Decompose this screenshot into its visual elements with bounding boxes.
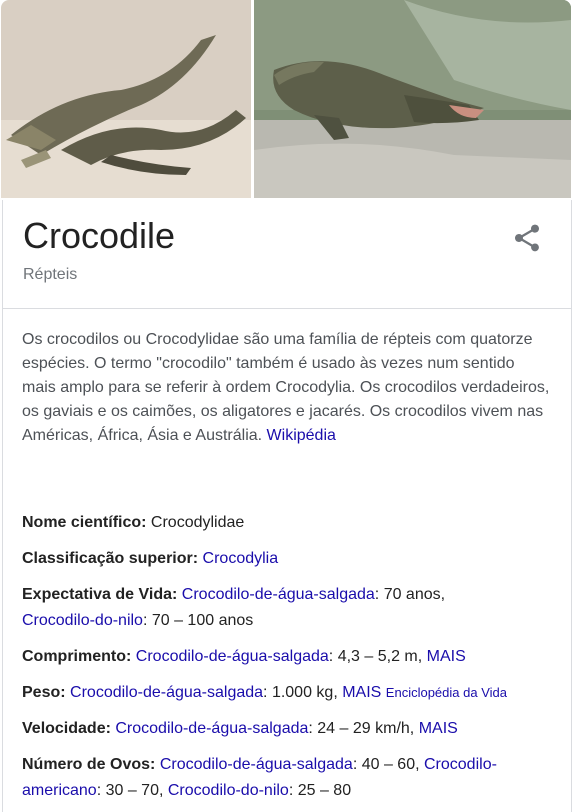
fact-weight: Peso: Crocodilo-de-água-salgada: 1.000 k…: [22, 680, 562, 706]
fact-value: : 40 – 60,: [352, 756, 420, 773]
more-link[interactable]: MAIS: [427, 648, 466, 665]
fact-value: : 4,3 – 5,2 m,: [328, 648, 423, 665]
saltwater-crocodile-link[interactable]: Crocodilo-de-água-salgada: [70, 684, 263, 701]
knowledge-panel: Crocodile Répteis Os crocodilos ou Croco…: [2, 200, 572, 812]
fact-label: Comprimento:: [22, 648, 132, 665]
wikipedia-link[interactable]: Wikipédia: [267, 427, 336, 444]
fact-label: Número de Ovos:: [22, 756, 156, 773]
divider: [3, 308, 571, 309]
fact-value: : 30 – 70,: [96, 782, 164, 799]
saltwater-crocodile-link[interactable]: Crocodilo-de-água-salgada: [115, 720, 308, 737]
crocodylia-link[interactable]: Crocodylia: [203, 550, 279, 567]
encyclopedia-of-life-link[interactable]: Enciclopédia da Vida: [386, 685, 507, 700]
more-link[interactable]: MAIS: [342, 684, 381, 701]
nile-crocodile-link[interactable]: Crocodilo-do-nilo: [168, 782, 289, 799]
fact-label: Velocidade:: [22, 720, 111, 737]
crocodile-photo-2[interactable]: [254, 0, 571, 198]
fact-speed: Velocidade: Crocodilo-de-água-salgada: 2…: [22, 716, 562, 742]
fact-value: : 70 anos,: [374, 586, 446, 603]
fact-label: Expectativa de Vida:: [22, 586, 178, 603]
subtitle: Répteis: [23, 266, 78, 283]
facts-list: Nome científico: Crocodylidae Classifica…: [22, 510, 562, 804]
fact-label: Peso:: [22, 684, 66, 701]
saltwater-crocodile-link[interactable]: Crocodilo-de-água-salgada: [182, 586, 375, 603]
fact-value: : 25 – 80: [288, 782, 352, 799]
fact-superior-classification: Classificação superior: Crocodylia: [22, 546, 562, 572]
saltwater-crocodile-link[interactable]: Crocodilo-de-água-salgada: [136, 648, 329, 665]
fact-eggs: Número de Ovos: Crocodilo-de-água-salgad…: [22, 752, 562, 804]
share-icon-svg: [515, 224, 539, 252]
crocodile-photo-1[interactable]: [1, 0, 251, 198]
fact-value: : 24 – 29 km/h,: [308, 720, 415, 737]
description: Os crocodilos ou Crocodylidae são uma fa…: [22, 328, 552, 448]
share-icon[interactable]: [511, 222, 543, 254]
fact-value: : 1.000 kg,: [263, 684, 338, 701]
image-strip: [0, 0, 572, 200]
fact-label: Classificação superior:: [22, 550, 199, 567]
nile-crocodile-link[interactable]: Crocodilo-do-nilo: [22, 612, 143, 629]
page-title: Crocodile: [23, 215, 176, 256]
fact-life-expectancy: Expectativa de Vida: Crocodilo-de-água-s…: [22, 582, 562, 634]
fact-value: Crocodylidae: [150, 514, 245, 531]
fact-length: Comprimento: Crocodilo-de-água-salgada: …: [22, 644, 562, 670]
more-link[interactable]: MAIS: [419, 720, 458, 737]
fact-scientific-name: Nome científico: Crocodylidae: [22, 510, 562, 536]
fact-label: Nome científico:: [22, 514, 147, 531]
fact-value: : 70 – 100 anos: [142, 612, 254, 629]
saltwater-crocodile-link[interactable]: Crocodilo-de-água-salgada: [160, 756, 353, 773]
